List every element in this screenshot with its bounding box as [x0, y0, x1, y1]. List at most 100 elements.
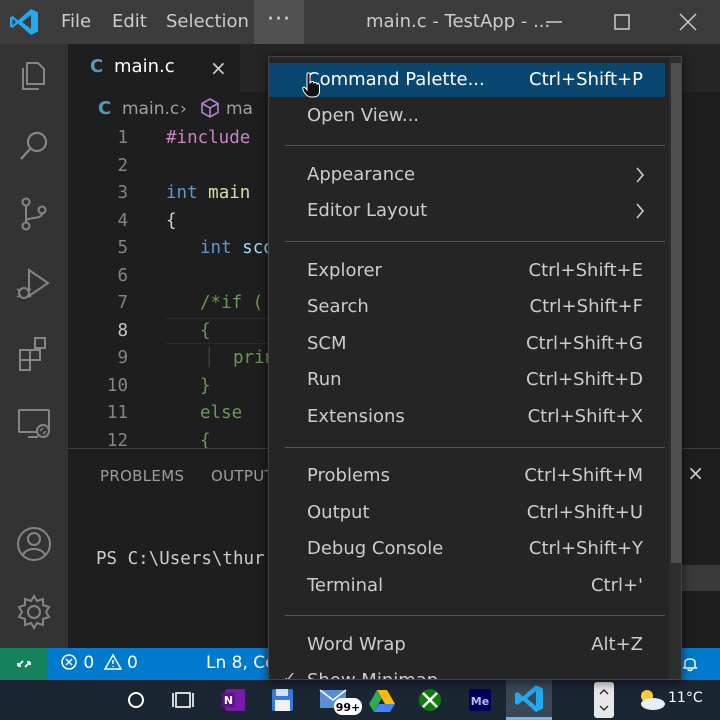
chevron-right-icon	[636, 167, 645, 183]
menu-item-label: Run	[307, 369, 342, 390]
symbol-method-icon	[201, 98, 219, 118]
notifications-bell-icon[interactable]	[680, 653, 700, 673]
menu-item-run[interactable]: Run Ctrl+Shift+D	[269, 363, 665, 397]
breadcrumb-function[interactable]: ma	[226, 99, 253, 119]
menu-item-search[interactable]: Search Ctrl+Shift+F	[269, 290, 665, 324]
error-icon	[61, 654, 77, 670]
menu-selection[interactable]: Selection	[166, 0, 249, 44]
menu-item-shortcut: Ctrl+Shift+M	[524, 465, 643, 486]
breadcrumb-file[interactable]: main.c	[122, 99, 179, 119]
menu-item-label: Problems	[307, 465, 390, 486]
menu-item-label: Search	[307, 296, 369, 317]
extensions-icon[interactable]	[12, 332, 56, 376]
warning-count: 0	[127, 653, 138, 673]
line-number: 2	[117, 155, 128, 176]
menu-item-label: Editor Layout	[307, 200, 428, 221]
line-number: 10	[106, 375, 128, 396]
chevron-right-icon	[636, 203, 645, 219]
explorer-icon[interactable]	[12, 54, 56, 98]
maximize-icon[interactable]	[602, 0, 642, 44]
search-circle-icon[interactable]	[116, 682, 156, 718]
menu-item-explorer[interactable]: Explorer Ctrl+Shift+E	[269, 254, 665, 288]
menu-item-shortcut: Ctrl+Shift+U	[526, 502, 643, 523]
indent-guide: │	[204, 348, 215, 368]
menu-item-problems[interactable]: Problems Ctrl+Shift+M	[269, 459, 665, 493]
taskbar-scroll-icon[interactable]	[592, 682, 616, 718]
menu-item-label: Appearance	[307, 164, 416, 185]
remote-explorer-icon[interactable]	[12, 402, 56, 446]
menu-item-label: Explorer	[307, 260, 382, 281]
menu-scrollbar[interactable]	[669, 57, 681, 679]
line-number: 4	[117, 210, 128, 231]
task-view-icon[interactable]	[164, 682, 204, 718]
panel-tab-problems[interactable]: PROBLEMS	[100, 467, 184, 485]
menu-item-label: Open View...	[307, 105, 420, 126]
line-number: 7	[117, 293, 128, 313]
source-control-icon[interactable]	[12, 192, 56, 236]
menu-file[interactable]: File	[61, 0, 91, 44]
menu-item-shortcut: Ctrl+Shift+Y	[528, 538, 643, 559]
menu-item-shortcut: Ctrl+Shift+G	[525, 333, 643, 354]
media-encoder-icon[interactable]: Me	[460, 682, 500, 718]
menu-edit[interactable]: Edit	[112, 0, 147, 44]
tab-main-c[interactable]: C main.c ×	[68, 44, 240, 92]
cursor-position[interactable]: Ln 8, Co	[206, 653, 276, 673]
vscode-taskbar-icon	[515, 685, 543, 712]
google-drive-icon[interactable]	[362, 682, 402, 718]
search-icon[interactable]	[12, 124, 56, 168]
menu-item-show-minimap[interactable]: ✓ Show Minimap	[269, 664, 665, 679]
minimize-icon[interactable]	[534, 0, 574, 44]
menu-item-label: Output	[307, 502, 370, 523]
terminal-selector[interactable]	[680, 565, 720, 591]
premiere-label: Me	[471, 695, 489, 708]
code-line-5: int sco	[200, 238, 274, 258]
code-comment: {	[200, 320, 211, 341]
menu-item-word-wrap[interactable]: Word Wrap Alt+Z	[269, 628, 665, 662]
menu-item-appearance[interactable]: Appearance	[269, 158, 665, 192]
save-floppy-icon[interactable]	[262, 682, 302, 718]
code-line-3: int main	[166, 183, 250, 203]
svg-text:N: N	[224, 694, 233, 707]
more-menus-button[interactable]: ···	[254, 0, 304, 44]
close-window-icon[interactable]	[668, 0, 708, 44]
run-debug-icon[interactable]	[12, 262, 56, 306]
menu-item-label: Word Wrap	[307, 634, 406, 655]
menu-item-shortcut: Ctrl+Shift+E	[528, 260, 643, 281]
panel-tab-output[interactable]: OUTPUT	[211, 467, 274, 485]
menu-scrollbar-thumb[interactable]	[671, 63, 681, 563]
xbox-icon[interactable]	[410, 682, 450, 718]
menu-item-output[interactable]: Output Ctrl+Shift+U	[269, 496, 665, 530]
status-problems[interactable]: 0 0	[60, 653, 138, 673]
menu-item-editor-layout[interactable]: Editor Layout	[269, 194, 665, 228]
panel-close-icon[interactable]: ×	[687, 461, 704, 485]
line-number: 5	[117, 238, 128, 258]
menu-item-scm[interactable]: SCM Ctrl+Shift+G	[269, 327, 665, 361]
code-comment: /*if (	[200, 293, 264, 313]
line-number: 1	[117, 128, 128, 148]
hand-pointer-icon	[302, 72, 320, 98]
menu-item-shortcut: Ctrl+Shift+D	[526, 369, 643, 390]
menu-item-extensions[interactable]: Extensions Ctrl+Shift+X	[269, 400, 665, 434]
c-file-icon: C	[90, 56, 104, 77]
taskbar-vscode[interactable]	[506, 680, 552, 720]
remote-indicator[interactable]	[0, 648, 48, 680]
temperature: 11°C	[668, 690, 703, 706]
mail-icon[interactable]: 99+	[316, 682, 364, 718]
line-number: 11	[106, 403, 128, 423]
onenote-icon[interactable]: N	[214, 682, 254, 718]
menu-item-terminal[interactable]: Terminal Ctrl+'	[269, 569, 665, 603]
accounts-icon[interactable]	[12, 522, 56, 566]
code-brace: {	[166, 210, 177, 231]
settings-gear-icon[interactable]	[12, 590, 56, 634]
activity-bar	[0, 44, 68, 648]
warning-icon	[103, 653, 122, 670]
terminal-prompt[interactable]: PS C:\Users\thur	[96, 549, 265, 569]
vscode-logo-icon	[10, 9, 38, 35]
menu-item-open-view[interactable]: Open View...	[269, 99, 665, 133]
line-number: 3	[117, 183, 128, 203]
menu-item-debug-console[interactable]: Debug Console Ctrl+Shift+Y	[269, 532, 665, 566]
menu-item-command-palette[interactable]: Command Palette... Ctrl+Shift+P	[269, 63, 665, 97]
menu-item-shortcut: Ctrl+'	[590, 575, 643, 596]
tab-close-icon[interactable]: ×	[210, 56, 227, 80]
line-number-active: 8	[117, 320, 128, 341]
